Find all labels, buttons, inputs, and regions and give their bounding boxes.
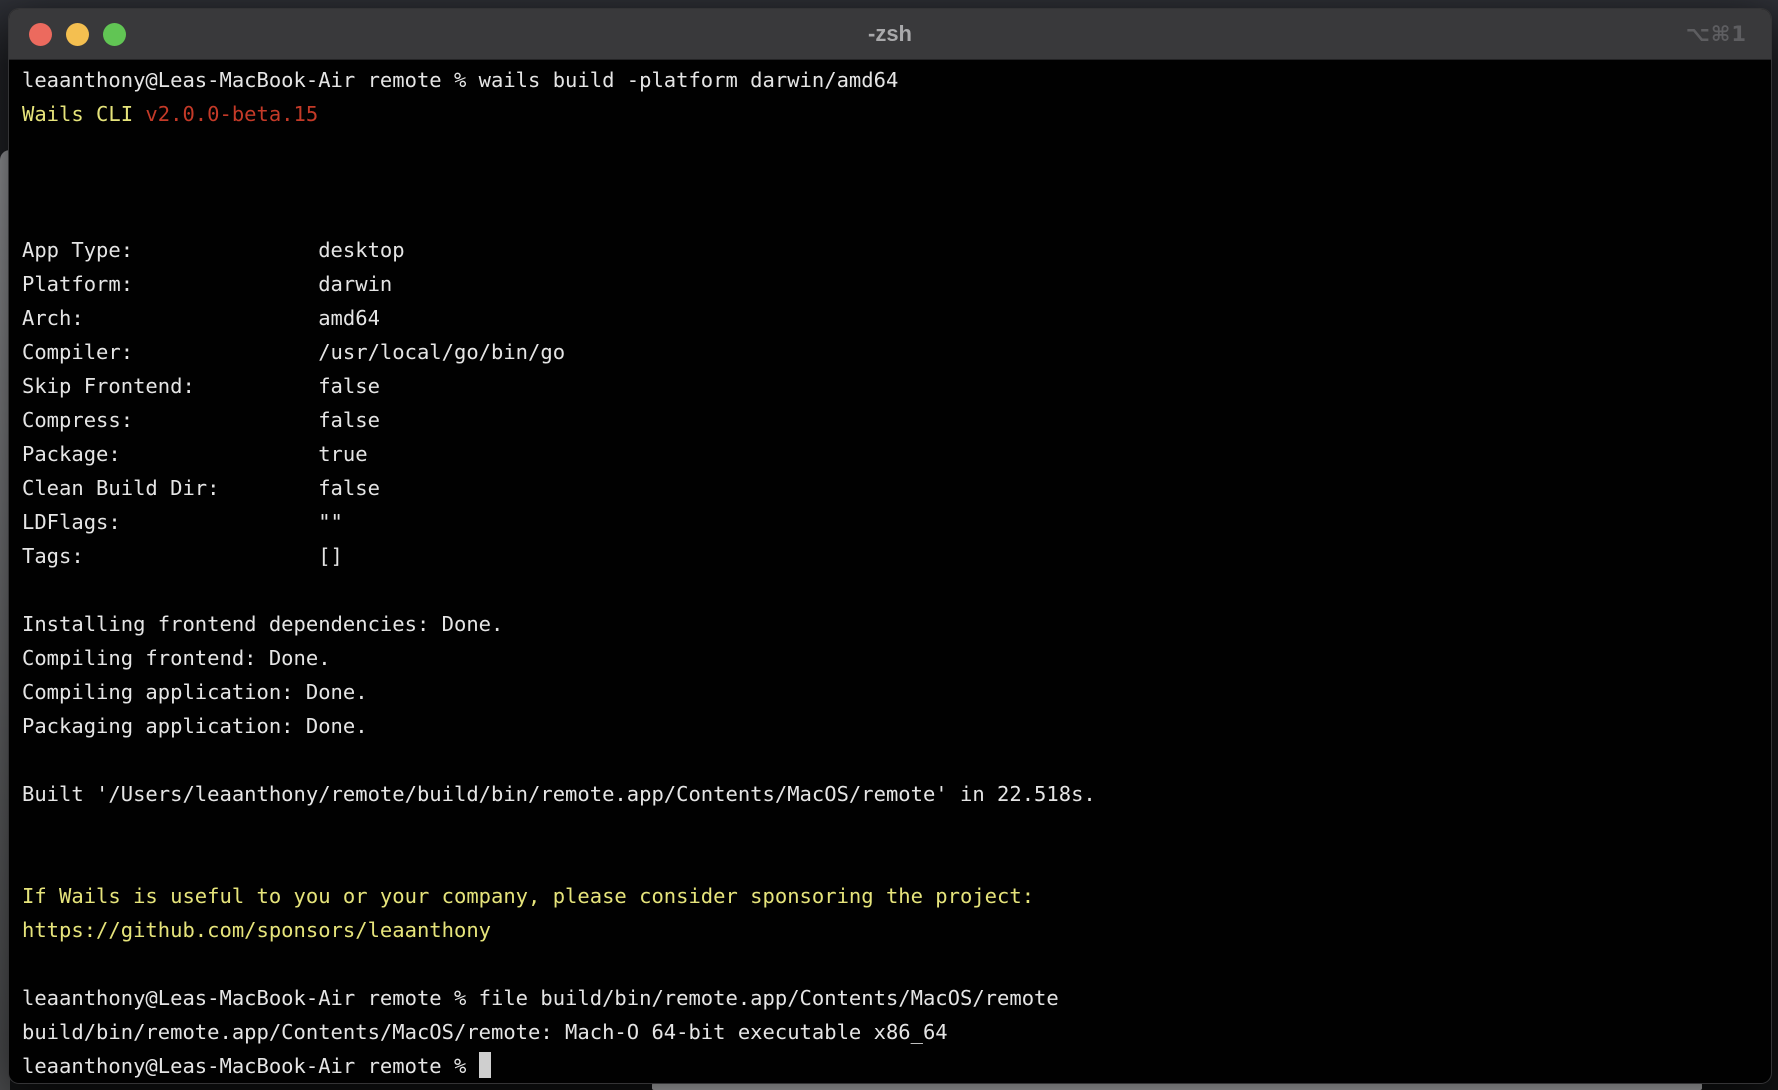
terminal-line: Tags: [] bbox=[22, 539, 1765, 573]
terminal-text: Package: true bbox=[22, 442, 368, 466]
close-button[interactable] bbox=[29, 23, 52, 46]
terminal-text: Platform: darwin bbox=[22, 272, 392, 296]
terminal-line bbox=[22, 165, 1765, 199]
terminal-line: Package: true bbox=[22, 437, 1765, 471]
terminal-line: build/bin/remote.app/Contents/MacOS/remo… bbox=[22, 1015, 1765, 1049]
terminal-line: Compiling application: Done. bbox=[22, 675, 1765, 709]
minimize-button[interactable] bbox=[66, 23, 89, 46]
window-title: -zsh bbox=[9, 21, 1771, 47]
terminal-text: Built '/Users/leaanthony/remote/build/bi… bbox=[22, 782, 1096, 806]
terminal-line: Compiling frontend: Done. bbox=[22, 641, 1765, 675]
background-window-bottom-edge bbox=[652, 1083, 1702, 1090]
terminal-line: LDFlags: "" bbox=[22, 505, 1765, 539]
terminal-text: leaanthony@Leas-MacBook-Air remote % bbox=[22, 1054, 479, 1078]
terminal-text: If Wails is useful to you or your compan… bbox=[22, 884, 1034, 908]
terminal-text: Compiling application: Done. bbox=[22, 680, 368, 704]
terminal-line: https://github.com/sponsors/leaanthony bbox=[22, 913, 1765, 947]
terminal-line: leaanthony@Leas-MacBook-Air remote % bbox=[22, 1049, 1765, 1083]
zoom-button[interactable] bbox=[103, 23, 126, 46]
terminal-text: Compiler: /usr/local/go/bin/go bbox=[22, 340, 565, 364]
terminal-cursor bbox=[479, 1052, 492, 1078]
terminal-line: Packaging application: Done. bbox=[22, 709, 1765, 743]
terminal-text: leaanthony@Leas-MacBook-Air remote % fil… bbox=[22, 986, 1059, 1010]
terminal-text: Packaging application: Done. bbox=[22, 714, 368, 738]
traffic-lights bbox=[9, 23, 126, 46]
terminal-line: Clean Build Dir: false bbox=[22, 471, 1765, 505]
terminal-text: LDFlags: "" bbox=[22, 510, 343, 534]
terminal-text: Compiling frontend: Done. bbox=[22, 646, 331, 670]
terminal-line bbox=[22, 131, 1765, 165]
terminal-text: Wails CLI bbox=[22, 102, 145, 126]
terminal-line bbox=[22, 845, 1765, 879]
terminal-line: Arch: amd64 bbox=[22, 301, 1765, 335]
terminal-text: v2.0.0-beta.15 bbox=[145, 102, 318, 126]
terminal-line: Compiler: /usr/local/go/bin/go bbox=[22, 335, 1765, 369]
terminal-line: Compress: false bbox=[22, 403, 1765, 437]
terminal-text: Clean Build Dir: false bbox=[22, 476, 380, 500]
terminal-screen[interactable]: leaanthony@Leas-MacBook-Air remote % wai… bbox=[9, 60, 1771, 1083]
terminal-line: App Type: desktop bbox=[22, 233, 1765, 267]
terminal-line bbox=[22, 199, 1765, 233]
terminal-line bbox=[22, 947, 1765, 981]
window-shortcut-hint: ⌥⌘1 bbox=[1686, 22, 1747, 46]
titlebar[interactable]: -zsh ⌥⌘1 bbox=[9, 9, 1771, 60]
terminal-line: Built '/Users/leaanthony/remote/build/bi… bbox=[22, 777, 1765, 811]
terminal-text: Arch: amd64 bbox=[22, 306, 380, 330]
terminal-text: https://github.com/sponsors/leaanthony bbox=[22, 918, 491, 942]
terminal-line bbox=[22, 811, 1765, 845]
terminal-text: Compress: false bbox=[22, 408, 380, 432]
terminal-line: leaanthony@Leas-MacBook-Air remote % wai… bbox=[22, 63, 1765, 97]
terminal-text: build/bin/remote.app/Contents/MacOS/remo… bbox=[22, 1020, 948, 1044]
terminal-line: leaanthony@Leas-MacBook-Air remote % fil… bbox=[22, 981, 1765, 1015]
terminal-line: Platform: darwin bbox=[22, 267, 1765, 301]
terminal-line bbox=[22, 743, 1765, 777]
terminal-line: Wails CLI v2.0.0-beta.15 bbox=[22, 97, 1765, 131]
terminal-text: leaanthony@Leas-MacBook-Air remote % wai… bbox=[22, 68, 898, 92]
terminal-line: Skip Frontend: false bbox=[22, 369, 1765, 403]
terminal-line bbox=[22, 573, 1765, 607]
terminal-text: App Type: desktop bbox=[22, 238, 405, 262]
terminal-line: If Wails is useful to you or your compan… bbox=[22, 879, 1765, 913]
terminal-line: Installing frontend dependencies: Done. bbox=[22, 607, 1765, 641]
terminal-text: Tags: [] bbox=[22, 544, 343, 568]
terminal-text: Installing frontend dependencies: Done. bbox=[22, 612, 503, 636]
terminal-window: -zsh ⌥⌘1 leaanthony@Leas-MacBook-Air rem… bbox=[8, 8, 1772, 1084]
terminal-text: Skip Frontend: false bbox=[22, 374, 380, 398]
